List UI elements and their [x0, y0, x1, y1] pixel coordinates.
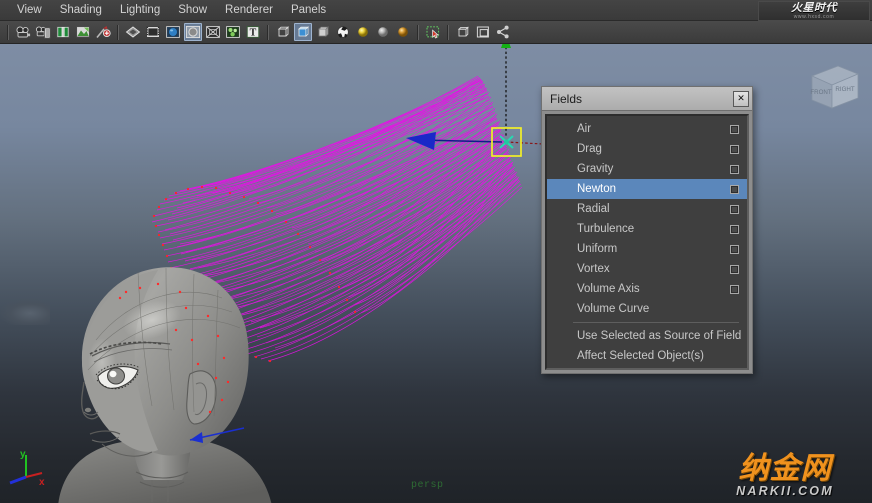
field-item-label: Volume Axis [577, 283, 640, 295]
toolbar-separator [415, 24, 421, 41]
smooth-wireframe-button[interactable] [494, 23, 512, 41]
field-item-air[interactable]: Air [547, 119, 747, 139]
field-item-label: Drag [577, 143, 602, 155]
grab-render-button[interactable] [74, 23, 92, 41]
isolate-select-button[interactable] [424, 23, 442, 41]
character-head-model [40, 244, 320, 503]
flat-shade-button[interactable] [314, 23, 332, 41]
menu-item-view[interactable]: View [8, 2, 51, 18]
fields-dialog[interactable]: Fields ✕ Air Drag Gravity Newton Radial [541, 86, 753, 374]
viewcube-right-label: RIGHT [835, 86, 854, 93]
field-item-label: Radial [577, 203, 610, 215]
narkii-watermark-en: NARKII.COM [736, 484, 834, 498]
field-item-newton[interactable]: Newton [547, 179, 747, 199]
menu-item-lighting[interactable]: Lighting [111, 2, 169, 18]
affect-selected-objects-action[interactable]: Affect Selected Object(s) [547, 346, 747, 366]
xray-active-components-button[interactable] [474, 23, 492, 41]
field-item-label: Gravity [577, 163, 614, 175]
field-item-uniform[interactable]: Uniform [547, 239, 747, 259]
viewport-camera-label: persp [411, 480, 444, 491]
narkii-watermark: 纳金网 NARKII.COM [706, 437, 864, 499]
fields-dialog-titlebar[interactable]: Fields ✕ [542, 87, 752, 111]
field-item-label: Volume Curve [577, 303, 650, 315]
fields-dialog-title: Fields [550, 91, 583, 106]
close-icon[interactable]: ✕ [733, 90, 749, 107]
field-item-radial[interactable]: Radial [547, 199, 747, 219]
field-item-label: Uniform [577, 243, 618, 255]
field-option-checkbox[interactable] [730, 204, 739, 214]
viewcube-front-label: FRONT [810, 89, 832, 96]
axis-label-y: y [20, 449, 26, 460]
field-item-drag[interactable]: Drag [547, 139, 747, 159]
exposure-button[interactable] [184, 23, 202, 41]
menu-item-renderer[interactable]: Renderer [216, 2, 282, 18]
field-item-vortex[interactable]: Vortex [547, 259, 747, 279]
field-option-checkbox[interactable] [730, 164, 739, 174]
field-option-checkbox[interactable] [730, 124, 739, 134]
hxsd-logo-title: 火星时代 [791, 1, 837, 14]
menu-item-panels[interactable]: Panels [282, 2, 335, 18]
toolbar-separator [5, 24, 11, 41]
bookmark-button[interactable] [54, 23, 72, 41]
field-option-checkbox[interactable] [730, 284, 739, 294]
use-default-light-button[interactable] [374, 23, 392, 41]
film-gate-button[interactable] [144, 23, 162, 41]
field-option-checkbox[interactable] [730, 264, 739, 274]
toolbar-separator [265, 24, 271, 41]
field-option-checkbox[interactable] [730, 184, 739, 194]
texture-button[interactable] [224, 23, 242, 41]
toolbar-separator [445, 24, 451, 41]
field-item-label: Air [577, 123, 592, 135]
field-option-checkbox[interactable] [730, 144, 739, 154]
field-item-label: Vortex [577, 263, 610, 275]
ipr-render-button[interactable] [124, 23, 142, 41]
text-button[interactable]: T [244, 23, 262, 41]
field-item-label: Newton [577, 183, 616, 195]
field-item-volume-curve[interactable]: Volume Curve [547, 299, 747, 319]
use-selected-as-source-of-field-action[interactable]: Use Selected as Source of Field [547, 326, 747, 346]
field-option-checkbox[interactable] [730, 224, 739, 234]
paint-effects-button[interactable] [94, 23, 112, 41]
narkii-watermark-cn: 纳金网 [738, 452, 832, 485]
toolbar-separator [115, 24, 121, 41]
field-item-gravity[interactable]: Gravity [547, 159, 747, 179]
xray-joints-button[interactable] [454, 23, 472, 41]
shadows-button[interactable] [394, 23, 412, 41]
fields-dialog-divider [573, 322, 739, 323]
viewport-toolbar: T [0, 21, 872, 44]
use-all-lights-button[interactable] [354, 23, 372, 41]
svg-text:T: T [250, 28, 257, 39]
axis-orientation-gizmo: y x [6, 443, 54, 491]
texture-shade-button[interactable] [334, 23, 352, 41]
hxsd-logo: 火星时代 www.hxsd.com [758, 1, 870, 21]
field-item-turbulence[interactable]: Turbulence [547, 219, 747, 239]
field-item-label: Turbulence [577, 223, 635, 235]
camera-attributes-button[interactable] [34, 23, 52, 41]
maya-viewport-window: View Shading Lighting Show Renderer Pane… [0, 0, 872, 503]
axis-label-x: x [39, 477, 45, 488]
field-item-volume-axis[interactable]: Volume Axis [547, 279, 747, 299]
menubar: View Shading Lighting Show Renderer Pane… [0, 0, 872, 21]
menu-item-shading[interactable]: Shading [51, 2, 111, 18]
xray-button[interactable] [204, 23, 222, 41]
select-camera-button[interactable] [14, 23, 32, 41]
smooth-shade-button[interactable] [294, 23, 312, 41]
field-option-checkbox[interactable] [730, 244, 739, 254]
fields-dialog-body: Air Drag Gravity Newton Radial Turbulenc… [545, 114, 749, 370]
resolution-gate-button[interactable] [164, 23, 182, 41]
hxsd-logo-url: www.hxsd.com [793, 13, 835, 20]
viewcube[interactable]: FRONT RIGHT [804, 58, 866, 116]
menu-item-show[interactable]: Show [169, 2, 216, 18]
wireframe-shading-button[interactable] [274, 23, 292, 41]
